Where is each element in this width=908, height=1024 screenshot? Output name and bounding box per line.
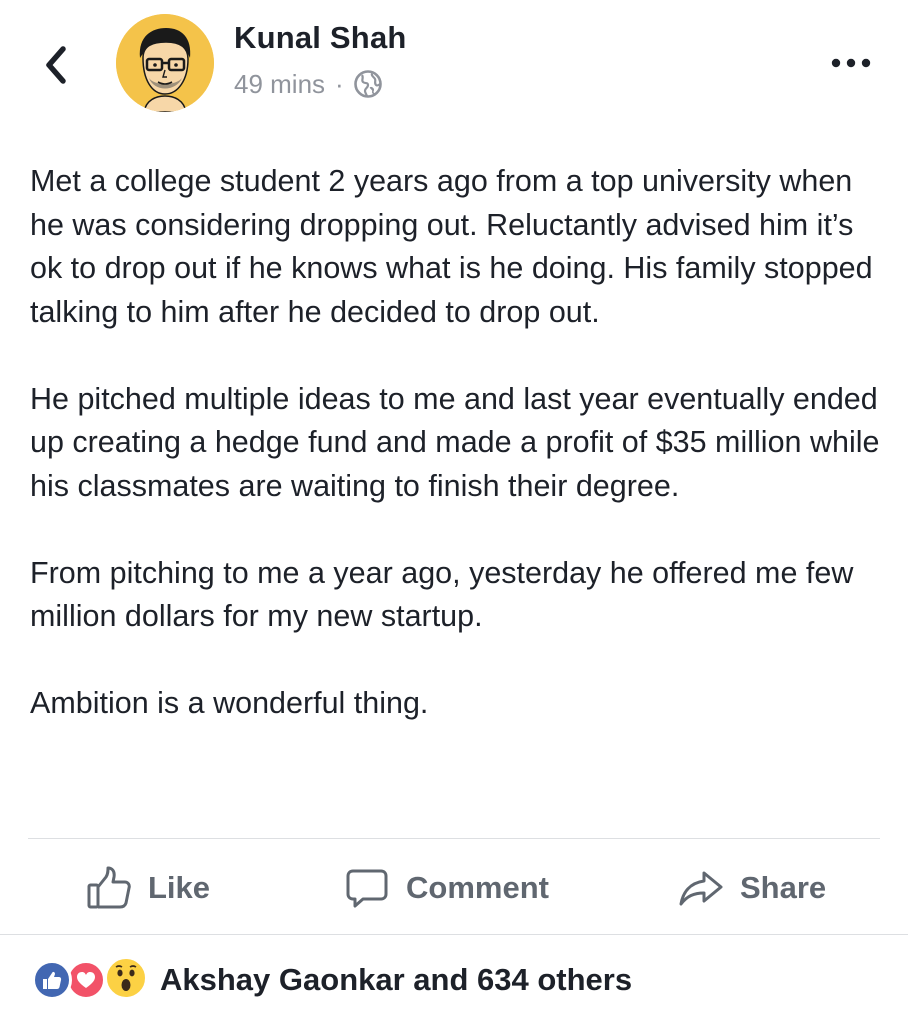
post-paragraph: Met a college student 2 years ago from a… (30, 164, 873, 329)
post-paragraph: From pitching to me a year ago, yesterda… (30, 555, 854, 634)
love-reaction-icon (66, 960, 106, 1000)
divider (28, 838, 880, 839)
reactions-summary[interactable]: Akshay Gaonkar and 634 others (0, 936, 908, 1024)
post-time[interactable]: 49 mins (234, 69, 325, 100)
reaction-icons (32, 956, 162, 1000)
like-reaction-icon (32, 960, 72, 1000)
comment-bubble-icon (346, 869, 388, 908)
chevron-left-icon (46, 46, 66, 84)
post-header: Kunal Shah 49 mins · (0, 0, 908, 130)
post-paragraph: Ambition is a wonderful thing. (30, 686, 429, 720)
share-label: Share (740, 870, 827, 905)
post-body: Met a college student 2 years ago from a… (30, 160, 890, 726)
avatar[interactable] (116, 14, 214, 112)
comment-label: Comment (406, 870, 549, 905)
like-button[interactable]: Like (86, 842, 210, 934)
globe-icon[interactable] (353, 69, 383, 99)
more-options-button[interactable] (826, 48, 876, 78)
more-horizontal-icon (831, 58, 871, 68)
divider (0, 934, 908, 935)
like-label: Like (148, 870, 211, 905)
thumbs-up-icon (87, 866, 131, 909)
post-paragraph: He pitched multiple ideas to me and last… (30, 381, 880, 503)
back-button[interactable] (36, 40, 76, 90)
post-meta: 49 mins · (234, 66, 383, 102)
meta-separator: · (335, 68, 344, 99)
share-arrow-icon (679, 871, 723, 906)
share-button[interactable]: Share (678, 842, 826, 934)
author-name[interactable]: Kunal Shah (234, 20, 407, 56)
reactions-summary-text[interactable]: Akshay Gaonkar and 634 others (160, 962, 632, 998)
avatar-illustration (116, 14, 214, 112)
wow-reaction-icon (104, 956, 148, 1000)
action-bar: Like Comment Share (0, 842, 908, 934)
comment-button[interactable]: Comment (344, 842, 549, 934)
